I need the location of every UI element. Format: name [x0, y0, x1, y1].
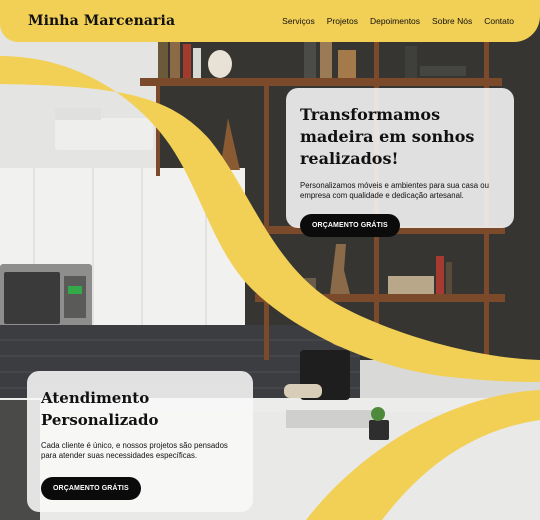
feature-title: Atendimento Personalizado	[41, 389, 159, 429]
site-logo[interactable]: Minha Marcenaria	[28, 13, 175, 29]
nav-link-depoimentos[interactable]: Depoimentos	[370, 16, 420, 26]
nav-link-projetos[interactable]: Projetos	[327, 16, 358, 26]
hero-description: Personalizamos móveis e ambientes para s…	[300, 181, 489, 200]
feature-quote-button[interactable]: ORÇAMENTO GRÁTIS	[41, 477, 141, 500]
hero-card: Transformamos madeira em sonhos realizad…	[286, 88, 514, 237]
top-navbar: Minha Marcenaria Serviços Projetos Depoi…	[0, 0, 540, 42]
nav-link-sobre-nos[interactable]: Sobre Nós	[432, 16, 472, 26]
nav-link-contato[interactable]: Contato	[484, 16, 514, 26]
nav-link-servicos[interactable]: Serviços	[282, 16, 315, 26]
hero-quote-button[interactable]: ORÇAMENTO GRÁTIS	[300, 214, 400, 237]
hero-title: Transformamos madeira em sonhos realizad…	[300, 105, 475, 168]
main-nav: Serviços Projetos Depoimentos Sobre Nós …	[282, 16, 514, 26]
feature-card: Atendimento Personalizado Cada cliente é…	[27, 371, 253, 512]
feature-description: Cada cliente é único, e nossos projetos …	[41, 441, 228, 460]
